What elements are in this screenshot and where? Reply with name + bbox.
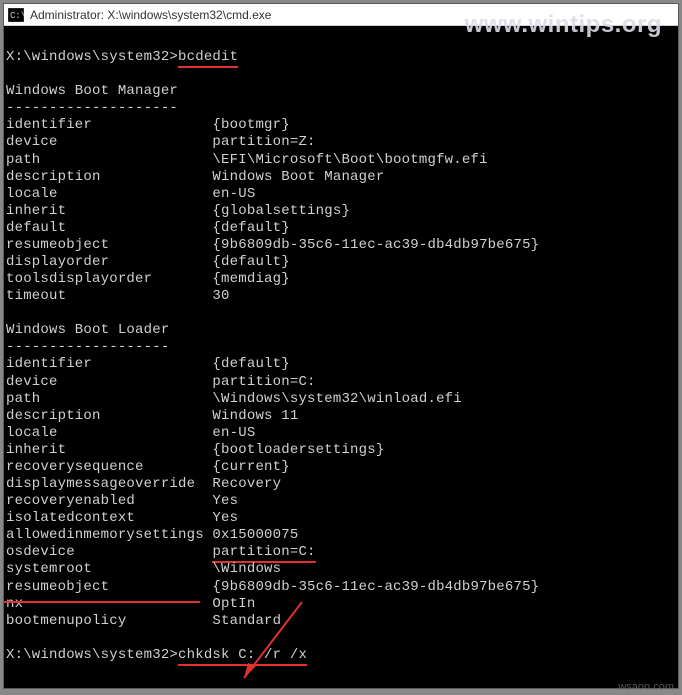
window-title: Administrator: X:\windows\system32\cmd.e… xyxy=(30,8,271,22)
prompt-line-2: X:\windows\system32>chkdsk C: /r /x xyxy=(6,647,676,664)
bootloader-header: Windows Boot Loader xyxy=(6,322,676,339)
bootmgr-row: inherit {globalsettings} xyxy=(6,203,676,220)
bootmgr-row: displayorder {default} xyxy=(6,254,676,271)
bootloader-row: recoverysequence {current} xyxy=(6,459,676,476)
bootloader-row: path \Windows\system32\winload.efi xyxy=(6,391,676,408)
bootloader-row: recoveryenabled Yes xyxy=(6,493,676,510)
bootmgr-row: resumeobject {9b6809db-35c6-11ec-ac39-db… xyxy=(6,237,676,254)
command-chkdsk: chkdsk C: /r /x xyxy=(178,647,307,666)
bootmgr-row: description Windows Boot Manager xyxy=(6,169,676,186)
prompt-path: X:\windows\system32> xyxy=(6,647,178,663)
bootloader-row: locale en-US xyxy=(6,425,676,442)
bootloader-row: systemroot \Windows xyxy=(6,561,676,578)
bootloader-dashes: ------------------- xyxy=(6,339,676,356)
bootloader-row: displaymessageoverride Recovery xyxy=(6,476,676,493)
bootloader-row: identifier {default} xyxy=(6,356,676,373)
bootloader-row: allowedinmemorysettings 0x15000075 xyxy=(6,527,676,544)
bootloader-row: osdevice partition=C: xyxy=(6,544,676,561)
cmd-icon: C:\ xyxy=(8,8,24,22)
titlebar[interactable]: C:\ Administrator: X:\windows\system32\c… xyxy=(4,4,678,26)
bootmgr-row: timeout 30 xyxy=(6,288,676,305)
command-bcdedit: bcdedit xyxy=(178,49,238,68)
blank-line xyxy=(6,32,676,49)
blank-line xyxy=(6,305,676,322)
bootmgr-row: path \EFI\Microsoft\Boot\bootmgfw.efi xyxy=(6,152,676,169)
bootmgr-row: toolsdisplayorder {memdiag} xyxy=(6,271,676,288)
prompt-line-1: X:\windows\system32>bcdedit xyxy=(6,49,676,66)
cmd-window: C:\ Administrator: X:\windows\system32\c… xyxy=(3,3,679,689)
bootmgr-dashes: -------------------- xyxy=(6,100,676,117)
bootloader-row: description Windows 11 xyxy=(6,408,676,425)
bootmgr-row: locale en-US xyxy=(6,186,676,203)
bootloader-row: inherit {bootloadersettings} xyxy=(6,442,676,459)
bootmgr-row: device partition=Z: xyxy=(6,134,676,151)
bootmgr-row: identifier {bootmgr} xyxy=(6,117,676,134)
blank-line xyxy=(6,630,676,647)
bootloader-row: resumeobject {9b6809db-35c6-11ec-ac39-db… xyxy=(6,579,676,596)
bootloader-row: device partition=C: xyxy=(6,374,676,391)
bootmgr-row: default {default} xyxy=(6,220,676,237)
terminal-output[interactable]: X:\windows\system32>bcdedit Windows Boot… xyxy=(4,26,678,688)
bootloader-row: nx OptIn xyxy=(6,596,676,613)
bootloader-row: isolatedcontext Yes xyxy=(6,510,676,527)
bootmgr-header: Windows Boot Manager xyxy=(6,83,676,100)
svg-text:C:\: C:\ xyxy=(10,11,24,21)
blank-line xyxy=(6,66,676,83)
prompt-path: X:\windows\system32> xyxy=(6,49,178,65)
bootloader-row: bootmenupolicy Standard xyxy=(6,613,676,630)
